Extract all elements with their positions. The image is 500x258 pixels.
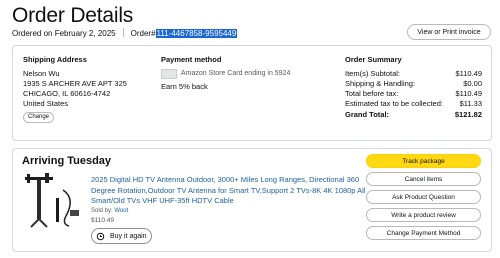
write-review-button[interactable]: Write a product review [366,208,481,222]
card-description: Amazon Store Card ending in 5924 [181,70,291,77]
change-payment-method-button[interactable]: Change Payment Method [366,226,481,240]
summary-label: Item(s) Subtotal: [345,69,401,78]
grand-total-label: Grand Total: [345,110,390,119]
delivery-status: Arriving Tuesday [22,155,112,167]
summary-label: Total before tax: [345,89,399,98]
sold-by: Sold by: Woot [91,208,128,214]
order-summary-section: Order Summary Item(s) Subtotal: $110.49 … [345,55,482,120]
buy-again-label: Buy it again [110,232,147,240]
order-number[interactable]: 111-4467858-9595449 [155,29,238,38]
summary-row: Estimated tax to be collected: $11.33 [345,99,482,109]
order-info-card: Shipping Address Nelson Wu 1935 S ARCHER… [12,45,492,141]
page-title: Order Details [12,4,134,27]
product-title-link[interactable]: 2025 Digital HD TV Antenna Outdoor, 3000… [91,175,366,207]
summary-row: Total before tax: $110.49 [345,89,482,99]
buy-again-button[interactable]: Buy it again [91,228,152,244]
track-package-button[interactable]: Track package [366,154,481,168]
shipment-card: Arriving Tuesday 2025 Digital HD TV Ante… [12,148,492,252]
summary-value: $11.33 [459,99,482,108]
summary-row: Shipping & Handling: $0.00 [345,79,482,89]
shipping-address-section: Shipping Address Nelson Wu 1935 S ARCHER… [23,55,127,123]
order-date: Ordered on February 2, 2025 [12,29,116,38]
product-image[interactable] [23,172,83,228]
summary-value: $110.49 [455,69,482,78]
address-line-1: 1935 S ARCHER AVE APT 325 [23,79,127,88]
order-summary-title: Order Summary [345,55,402,64]
address-country: United States [23,99,69,108]
summary-value: $0.00 [463,79,482,88]
credit-card-icon [161,69,177,79]
summary-row: Item(s) Subtotal: $110.49 [345,69,482,79]
payment-method-section: Payment method Amazon Store Card ending … [161,55,290,92]
payment-method-title: Payment method [161,55,222,64]
summary-label: Shipping & Handling: [345,79,416,88]
shipping-address-title: Shipping Address [23,55,87,64]
rewards-text: Earn 5% back [161,82,208,91]
recipient-name: Nelson Wu [23,69,60,78]
buy-again-icon [96,232,105,240]
summary-value: $110.49 [455,89,482,98]
item-price: $110.49 [91,217,115,224]
divider [122,28,124,37]
grand-total-value: $121.82 [454,110,482,119]
seller-link[interactable]: Woot [114,208,128,214]
order-number-label: Order# [130,29,156,38]
cancel-items-button[interactable]: Cancel items [366,172,481,186]
change-address-button[interactable]: Change [23,112,55,123]
summary-label: Estimated tax to be collected: [345,99,443,108]
address-line-2: CHICAGO, IL 60616-4742 [23,89,111,98]
view-print-invoice-button[interactable]: View or Print invoice [407,24,491,40]
grand-total-row: Grand Total: $121.82 [345,110,482,120]
ask-product-question-button[interactable]: Ask Product Question [366,190,481,204]
order-meta: Ordered on February 2, 2025 Order#111-446… [12,28,238,38]
sold-by-label: Sold by: [91,208,113,214]
shipment-actions: Track package Cancel items Ask Product Q… [366,154,481,244]
payment-card-row: Amazon Store Card ending in 5924 [161,69,290,79]
